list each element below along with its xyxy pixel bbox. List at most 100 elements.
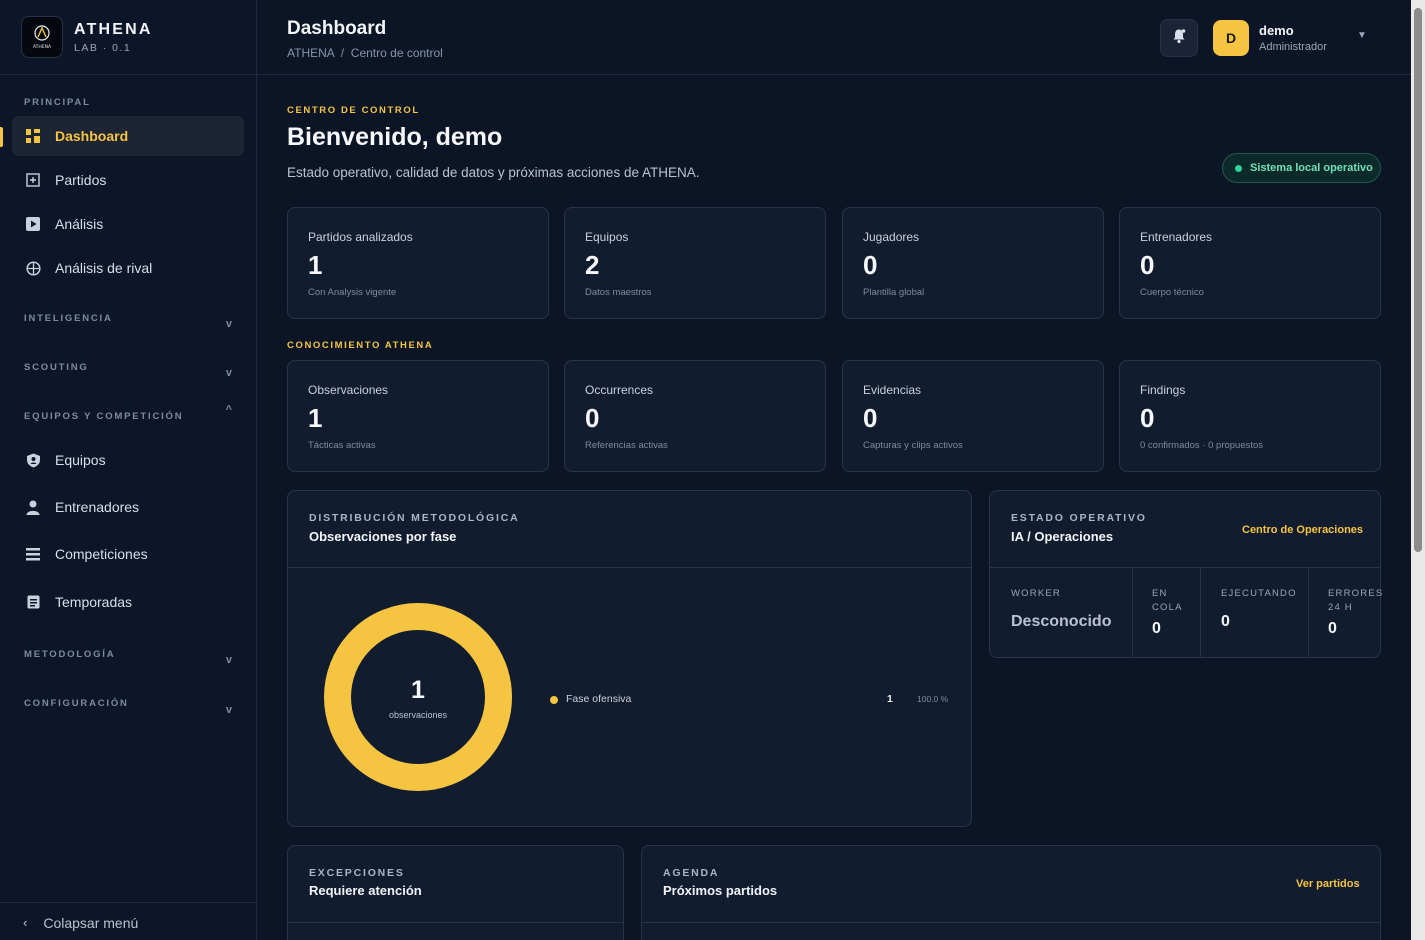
sidebar-item-equipos[interactable]: Equipos — [12, 440, 244, 480]
stat-value: 0 — [1140, 403, 1155, 433]
sidebar-item-label: Temporadas — [55, 594, 133, 610]
stat-sub: Tácticas activas — [308, 440, 376, 451]
stat-label: Jugadores — [863, 230, 920, 244]
section-metodologia[interactable]: METODOLOGÍA — [24, 649, 115, 660]
sidebar-item-temporadas[interactable]: Temporadas — [12, 582, 244, 622]
errors-label: ERRORES 24 H — [1328, 588, 1384, 613]
queue-value: 0 — [1152, 620, 1161, 637]
section-equipos-competicion[interactable]: EQUIPOS Y COMPETICIÓN — [24, 411, 183, 422]
collapse-menu-button[interactable]: ‹ Colapsar menú — [0, 902, 256, 940]
chevron-down-icon[interactable]: v — [226, 318, 232, 330]
panel-divider — [288, 567, 971, 568]
stat-card-partidos[interactable]: Partidos analizados 1 Con Analysis vigen… — [287, 207, 549, 319]
user-name[interactable]: demo — [1259, 23, 1294, 38]
intro-text: Estado operativo, calidad de datos y pró… — [287, 165, 700, 180]
operational-title: IA / Operaciones — [1011, 529, 1114, 544]
operations-center-link[interactable]: Centro de Operaciones — [1242, 524, 1363, 536]
stat-card-equipos[interactable]: Equipos 2 Datos maestros — [564, 207, 826, 319]
welcome-heading: Bienvenido, demo — [287, 123, 503, 151]
stat-label: Partidos analizados — [308, 230, 413, 244]
stat-label: Evidencias — [863, 383, 922, 397]
chevron-down-icon[interactable]: v — [226, 367, 232, 379]
chevron-down-icon[interactable]: v — [226, 654, 232, 666]
sidebar-item-label: Análisis — [55, 216, 104, 232]
breadcrumb[interactable]: ATHENA / Centro de control — [287, 46, 443, 60]
stat-label: Equipos — [585, 230, 629, 244]
stat-value: 0 — [863, 403, 878, 433]
agenda-title: Próximos partidos — [663, 883, 778, 898]
status-badge: Sistema local operativo — [1222, 153, 1381, 183]
stat-card-occurrences[interactable]: Occurrences 0 Referencias activas — [564, 360, 826, 472]
stat-label: Entrenadores — [1140, 230, 1213, 244]
sidebar-item-analisis-rival[interactable]: Análisis de rival — [12, 248, 244, 288]
panel-divider — [642, 922, 1380, 923]
stat-label: Observaciones — [308, 383, 389, 397]
user-role: Administrador — [1259, 41, 1327, 53]
queue-label: EN COLA — [1152, 588, 1183, 613]
stat-card-observaciones[interactable]: Observaciones 1 Tácticas activas — [287, 360, 549, 472]
knowledge-eyebrow: CONOCIMIENTO ATHENA — [287, 340, 434, 351]
status-dot-icon — [1235, 164, 1242, 172]
chevron-up-icon[interactable]: ^ — [226, 404, 232, 416]
running-value: 0 — [1221, 613, 1230, 630]
legend-percent: 100.0 % — [917, 694, 949, 704]
sidebar-item-label: Entrenadores — [55, 499, 140, 515]
sidebar-item-label: Análisis de rival — [55, 260, 153, 276]
sidebar-item-dashboard[interactable]: Dashboard — [12, 116, 244, 156]
exceptions-panel: EXCEPCIONES Requiere atención — [287, 845, 624, 940]
running-label: EJECUTANDO — [1221, 588, 1297, 599]
stat-card-findings[interactable]: Findings 0 0 confirmados · 0 propuestos — [1119, 360, 1381, 472]
section-inteligencia[interactable]: INTELIGENCIA — [24, 313, 113, 324]
worker-value: Desconocido — [1011, 613, 1112, 630]
sidebar-item-label: Equipos — [55, 452, 106, 468]
distribution-eyebrow: DISTRIBUCIÓN METODOLÓGICA — [309, 512, 520, 524]
donut-chart: 1 observaciones — [324, 603, 512, 791]
section-configuracion[interactable]: CONFIGURACIÓN — [24, 698, 129, 709]
control-center-eyebrow: CENTRO DE CONTROL — [287, 105, 420, 116]
shield-icon — [25, 452, 41, 468]
sidebar-item-entrenadores[interactable]: Entrenadores — [12, 487, 244, 527]
exceptions-eyebrow: EXCEPCIONES — [309, 867, 405, 879]
page-scrollbar[interactable] — [1411, 0, 1425, 940]
donut-total: 1 — [411, 676, 425, 704]
column-divider — [1132, 567, 1133, 658]
distribution-title: Observaciones por fase — [309, 529, 457, 544]
chevron-left-icon: ‹ — [23, 915, 28, 930]
stat-card-entrenadores[interactable]: Entrenadores 0 Cuerpo técnico — [1119, 207, 1381, 319]
collapse-menu-label: Colapsar menú — [43, 914, 139, 931]
stat-card-evidencias[interactable]: Evidencias 0 Capturas y clips activos — [842, 360, 1104, 472]
distribution-panel: DISTRIBUCIÓN METODOLÓGICA Observaciones … — [287, 490, 972, 827]
brand-name: ATHENA — [74, 20, 153, 38]
stat-sub: Con Analysis vigente — [308, 287, 397, 298]
chevron-down-icon[interactable]: v — [226, 704, 232, 716]
notifications-button[interactable] — [1160, 19, 1198, 57]
stat-sub: Capturas y clips activos — [863, 440, 963, 451]
stat-value: 0 — [585, 403, 600, 433]
section-scouting[interactable]: SCOUTING — [24, 362, 89, 373]
section-principal: PRINCIPAL — [24, 97, 91, 108]
sidebar-item-analisis[interactable]: Análisis — [12, 204, 244, 244]
exceptions-title: Requiere atención — [309, 883, 422, 898]
brand-version: LAB · 0.1 — [74, 41, 132, 54]
stat-value: 0 — [863, 250, 878, 280]
sidebar-item-partidos[interactable]: Partidos — [12, 160, 244, 200]
brand[interactable]: ATHENA ATHENA LAB · 0.1 — [0, 0, 256, 75]
sidebar-item-label: Dashboard — [55, 128, 129, 144]
avatar[interactable]: D — [1213, 20, 1249, 56]
view-matches-link[interactable]: Ver partidos — [1296, 878, 1360, 890]
legend-item[interactable]: Fase ofensiva 1 100.0 % — [550, 693, 950, 709]
sidebar-item-competiciones[interactable]: Competiciones — [12, 534, 244, 574]
column-divider — [1200, 567, 1201, 658]
stat-value: 2 — [585, 250, 600, 280]
legend-count: 1 — [887, 693, 893, 705]
scrollbar-thumb[interactable] — [1414, 8, 1422, 552]
operational-eyebrow: ESTADO OPERATIVO — [1011, 512, 1147, 524]
stat-card-jugadores[interactable]: Jugadores 0 Plantilla global — [842, 207, 1104, 319]
list-icon — [25, 546, 41, 562]
chevron-down-icon[interactable]: ▼ — [1357, 30, 1367, 41]
sidebar: ATHENA ATHENA LAB · 0.1 PRINCIPAL Dashbo… — [0, 0, 257, 940]
active-indicator — [0, 127, 3, 147]
sidebar-item-label: Competiciones — [55, 546, 148, 562]
column-divider — [1308, 567, 1309, 658]
athena-logo-icon: ATHENA — [21, 16, 63, 58]
